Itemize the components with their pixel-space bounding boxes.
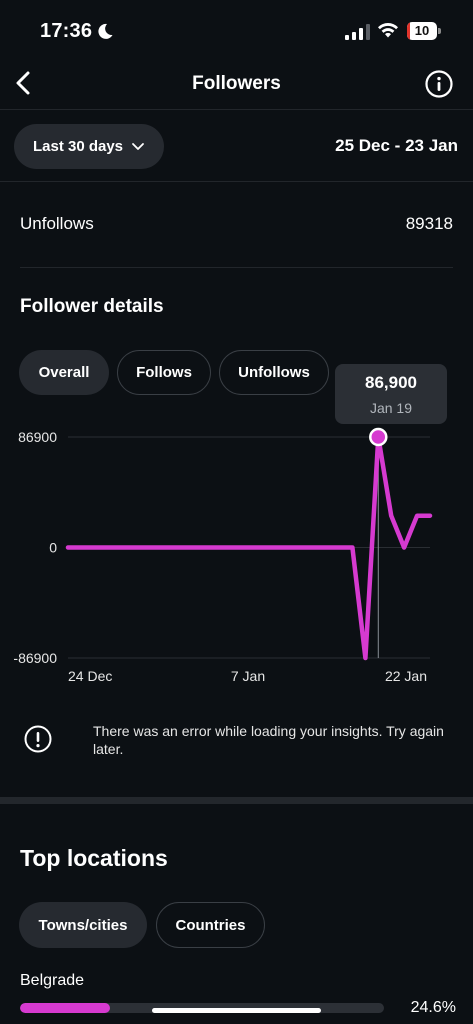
tab-countries[interactable]: Countries bbox=[156, 902, 265, 948]
follower-chart: 86900 0 -86900 24 Dec 7 Jan 22 Jan bbox=[13, 427, 433, 684]
status-time: 17:36 bbox=[40, 20, 93, 42]
filter-divider bbox=[0, 181, 473, 182]
tab-follows-label: Follows bbox=[136, 364, 192, 381]
chart-tooltip: 86,900 Jan 19 bbox=[335, 364, 447, 424]
x-tick-label: 22 Jan bbox=[385, 668, 427, 684]
header-divider bbox=[0, 109, 473, 110]
tab-follows[interactable]: Follows bbox=[117, 350, 211, 395]
tab-countries-label: Countries bbox=[175, 916, 246, 934]
tooltip-date: Jan 19 bbox=[369, 400, 413, 416]
tab-overall[interactable]: Overall bbox=[19, 350, 109, 395]
date-range-dropdown[interactable]: Last 30 days bbox=[14, 124, 164, 169]
x-tick-label: 7 Jan bbox=[231, 668, 265, 684]
section-divider bbox=[20, 267, 453, 268]
date-range-text: 25 Dec - 23 Jan bbox=[335, 136, 458, 155]
y-tick-label: 0 bbox=[49, 540, 57, 556]
location-name: Belgrade bbox=[20, 972, 85, 989]
tab-towns-cities-label: Towns/cities bbox=[38, 916, 128, 934]
unfollows-value: 89318 bbox=[405, 214, 453, 233]
tooltip-value: 86,900 bbox=[365, 373, 417, 392]
y-tick-label: -86900 bbox=[13, 650, 57, 666]
section-separator bbox=[0, 797, 473, 804]
tab-overall-label: Overall bbox=[38, 364, 90, 381]
tab-unfollows-label: Unfollows bbox=[238, 364, 310, 381]
location-percent: 24.6% bbox=[410, 999, 456, 1016]
top-locations-title: Top locations bbox=[20, 845, 168, 871]
y-tick-label: 86900 bbox=[18, 429, 57, 445]
info-icon bbox=[425, 70, 453, 98]
unfollows-label: Unfollows bbox=[20, 214, 94, 233]
chart-highlight-point[interactable] bbox=[369, 427, 388, 447]
alert-icon bbox=[24, 725, 52, 753]
signal-icon bbox=[345, 24, 370, 40]
battery-level: 10 bbox=[414, 23, 430, 38]
date-range-dropdown-label: Last 30 days bbox=[32, 138, 124, 155]
home-indicator[interactable] bbox=[152, 1008, 321, 1013]
info-button[interactable] bbox=[425, 70, 453, 98]
wifi-icon bbox=[378, 22, 398, 38]
follower-details-title: Follower details bbox=[20, 296, 164, 317]
page-title: Followers bbox=[192, 73, 281, 94]
error-message: There was an error while loading your in… bbox=[93, 723, 444, 757]
x-tick-label: 24 Dec bbox=[68, 668, 112, 684]
tab-towns-cities[interactable]: Towns/cities bbox=[19, 902, 147, 948]
chevron-down-icon bbox=[132, 142, 144, 150]
location-bar-fill bbox=[20, 1003, 110, 1013]
battery-indicator: 10 bbox=[407, 22, 441, 40]
tab-unfollows[interactable]: Unfollows bbox=[219, 350, 329, 395]
moon-icon bbox=[98, 23, 113, 39]
